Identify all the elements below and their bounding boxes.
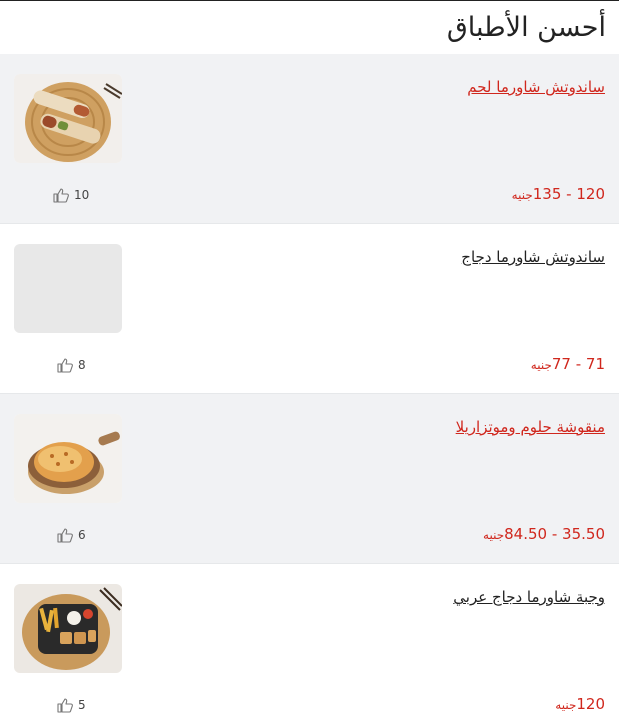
dish-photo-placeholder[interactable] bbox=[14, 244, 122, 333]
page-title: أحسن الأطباق bbox=[446, 12, 606, 43]
dish-card: منقوشة حلوم وموتزاريلا 35.50 - 84.50جنيه… bbox=[0, 394, 619, 564]
price-range: 35.50 - 84.50 bbox=[504, 525, 605, 543]
dish-name-link[interactable]: وجبة شاورما دجاج عربي bbox=[453, 588, 605, 606]
thumbs-up-icon bbox=[57, 358, 73, 373]
manakish-on-board-image bbox=[14, 414, 122, 503]
arabic-shawarma-meal-image bbox=[14, 584, 122, 673]
dish-price: 35.50 - 84.50جنيه bbox=[483, 524, 605, 543]
price-range: 120 - 135 bbox=[532, 185, 605, 203]
likes-count[interactable]: 5 bbox=[56, 696, 86, 714]
price-currency: جنيه bbox=[555, 698, 577, 712]
dish-photo[interactable] bbox=[14, 74, 122, 163]
dish-list: ساندوتش شاورما لحم 120 - 135جنيه 10 ساند… bbox=[0, 54, 619, 724]
dish-card: ساندوتش شاورما دجاج 71 - 77جنيه 8 bbox=[0, 224, 619, 394]
likes-number: 6 bbox=[78, 528, 86, 542]
price-currency: جنيه bbox=[483, 528, 505, 542]
dish-photo[interactable] bbox=[14, 584, 122, 673]
price-currency: جنيه bbox=[530, 358, 552, 372]
dish-name-link[interactable]: ساندوتش شاورما لحم bbox=[467, 78, 605, 96]
dish-price: 71 - 77جنيه bbox=[531, 354, 605, 373]
dish-photo[interactable] bbox=[14, 414, 122, 503]
price-currency: جنيه bbox=[511, 188, 533, 202]
thumbs-up-icon bbox=[57, 528, 73, 543]
thumbs-up-icon bbox=[53, 188, 69, 203]
dish-price: 120جنيه bbox=[555, 694, 605, 713]
dish-card: وجبة شاورما دجاج عربي 120جنيه 5 bbox=[0, 564, 619, 724]
dish-card: ساندوتش شاورما لحم 120 - 135جنيه 10 bbox=[0, 54, 619, 224]
price-range: 120 bbox=[576, 695, 605, 713]
dish-name-link[interactable]: منقوشة حلوم وموتزاريلا bbox=[456, 418, 605, 436]
likes-count[interactable]: 10 bbox=[52, 186, 89, 204]
likes-number: 8 bbox=[78, 358, 86, 372]
likes-count[interactable]: 6 bbox=[56, 526, 86, 544]
beef-shawarma-wraps-image bbox=[14, 74, 122, 163]
price-range: 71 - 77 bbox=[551, 355, 605, 373]
likes-number: 10 bbox=[74, 188, 90, 202]
likes-number: 5 bbox=[78, 698, 86, 712]
dish-price: 120 - 135جنيه bbox=[512, 184, 605, 203]
thumbs-up-icon bbox=[57, 698, 73, 713]
dish-name-link[interactable]: ساندوتش شاورما دجاج bbox=[461, 248, 605, 266]
top-border bbox=[0, 0, 619, 1]
likes-count[interactable]: 8 bbox=[56, 356, 86, 374]
